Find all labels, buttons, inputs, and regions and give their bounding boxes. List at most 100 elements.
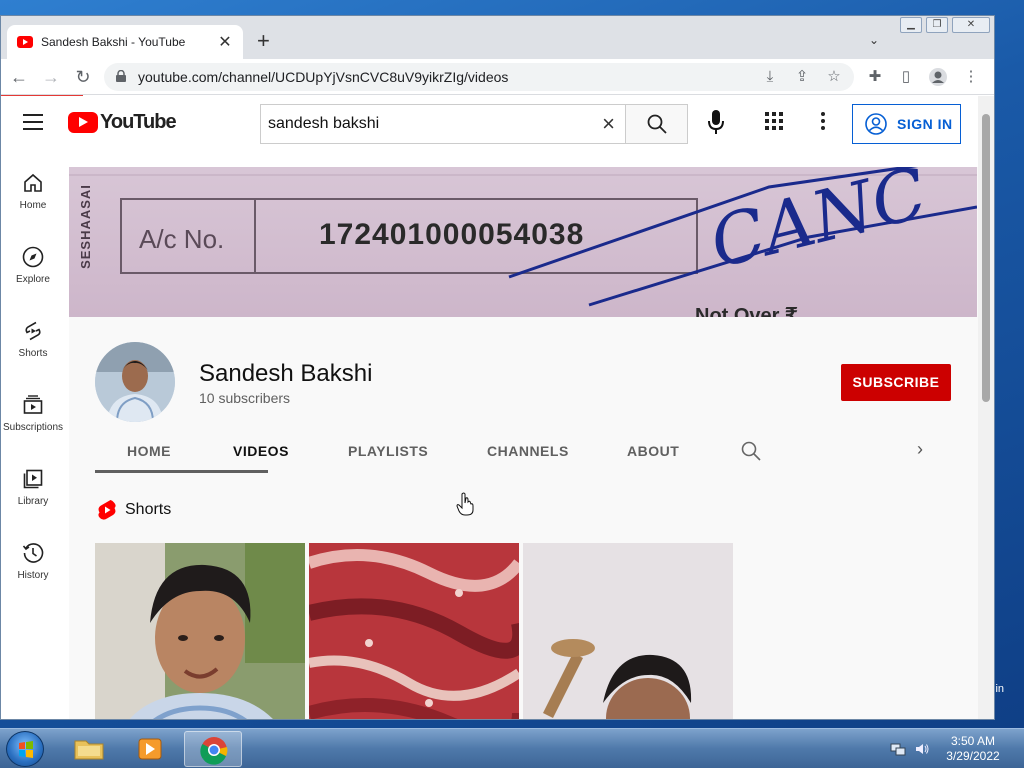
guide-item-shorts[interactable]: Shorts	[1, 310, 65, 370]
hand-cursor-icon	[456, 492, 474, 516]
settings-more-icon[interactable]	[821, 112, 827, 132]
microphone-icon[interactable]	[704, 108, 728, 136]
taskbar-chrome[interactable]	[184, 731, 242, 767]
clear-search-icon[interactable]: ×	[602, 111, 615, 137]
youtube-logo[interactable]: YouTube	[68, 111, 177, 134]
close-tab-icon[interactable]: ✕	[217, 32, 233, 52]
tab-about[interactable]: ABOUT	[627, 443, 679, 459]
guide-label-home: Home	[19, 200, 47, 211]
guide-label-library: Library	[17, 496, 49, 507]
start-button[interactable]	[6, 731, 44, 767]
active-tab-indicator	[95, 470, 268, 473]
youtube-page: YouTube sandesh bakshi × SIGN IN Home Ex…	[1, 96, 994, 719]
avatar[interactable]	[95, 342, 175, 422]
clock[interactable]: 3:50 AM 3/29/2022	[940, 734, 1006, 764]
browser-window: Sandesh Bakshi - YouTube ✕ + ⌄ ▁ ❐ ✕ ← →…	[0, 15, 995, 720]
short-thumbnail[interactable]	[309, 543, 519, 719]
guide-sidebar: Home Explore Shorts Subscriptions Librar…	[1, 152, 67, 719]
sign-in-button[interactable]: SIGN IN	[852, 104, 961, 144]
channel-content: SESHAASAI A/c No. 172401000054038 CANC N…	[69, 167, 978, 719]
account-number: 172401000054038	[319, 218, 585, 251]
youtube-header: YouTube sandesh bakshi × SIGN IN	[1, 96, 978, 152]
browser-tab[interactable]: Sandesh Bakshi - YouTube ✕	[7, 25, 243, 59]
browser-menu-icon[interactable]: ⋮	[961, 67, 981, 87]
search-input[interactable]: sandesh bakshi ×	[260, 104, 625, 144]
install-app-icon[interactable]: ⤓	[760, 67, 780, 87]
taskbar-explorer[interactable]	[60, 731, 118, 767]
short-thumbnail[interactable]	[523, 543, 733, 719]
youtube-play-icon	[68, 112, 98, 133]
profile-icon[interactable]	[928, 67, 948, 87]
scrollbar-thumb[interactable]	[982, 114, 990, 402]
history-icon	[22, 543, 44, 563]
folder-icon	[74, 740, 104, 760]
channel-header: Sandesh Bakshi 10 subscribers SUBSCRIBE …	[69, 317, 977, 477]
guide-item-explore[interactable]: Explore	[1, 236, 65, 296]
guide-item-home[interactable]: Home	[1, 162, 65, 222]
tab-home[interactable]: HOME	[127, 443, 171, 459]
page-scrollbar[interactable]	[978, 96, 994, 719]
volume-icon[interactable]	[914, 741, 930, 757]
bank-side-text: SESHAASAI	[77, 184, 93, 269]
desktop-icon-label: in	[995, 683, 1004, 695]
guide-label-subscriptions: Subscriptions	[2, 422, 64, 433]
shorts-shelf: Shorts	[69, 477, 977, 719]
share-icon[interactable]: ⇪	[792, 67, 812, 87]
lock-icon	[116, 70, 126, 82]
account-label: A/c No.	[139, 224, 225, 254]
clock-time: 3:50 AM	[950, 734, 996, 748]
channel-name: Sandesh Bakshi	[199, 360, 373, 387]
channel-banner: SESHAASAI A/c No. 172401000054038 CANC N…	[69, 167, 977, 317]
bookmark-star-icon[interactable]: ☆	[824, 67, 844, 87]
tab-videos[interactable]: VIDEOS	[233, 443, 289, 459]
tab-search-chevron-icon[interactable]: ⌄	[869, 33, 879, 47]
address-bar[interactable]: youtube.com/channel/UCDUpYjVsnCVC8uV9yik…	[104, 63, 854, 91]
guide-label-history: History	[17, 570, 49, 581]
subscribe-button[interactable]: SUBSCRIBE	[841, 364, 951, 401]
shorts-logo-icon	[98, 500, 116, 520]
home-icon	[24, 173, 42, 192]
taskbar-media-player[interactable]	[122, 731, 180, 767]
hamburger-menu-icon[interactable]	[23, 114, 43, 130]
sign-in-label: SIGN IN	[897, 116, 953, 132]
guide-item-subscriptions[interactable]: Subscriptions	[1, 384, 65, 444]
chevron-right-icon[interactable]: ›	[917, 439, 923, 460]
search-button[interactable]	[625, 104, 688, 144]
close-window-icon[interactable]: ✕	[952, 17, 990, 33]
apps-grid-icon[interactable]	[765, 112, 785, 132]
windows-taskbar: 3:50 AM 3/29/2022	[0, 728, 1024, 768]
forward-icon[interactable]: →	[39, 65, 63, 89]
media-player-icon	[138, 738, 162, 760]
account-circle-icon	[865, 113, 887, 135]
side-panel-icon[interactable]: ▯	[896, 67, 916, 87]
guide-item-library[interactable]: Library	[1, 458, 65, 518]
guide-label-explore: Explore	[16, 274, 50, 285]
clock-date: 3/29/2022	[946, 749, 1000, 763]
tab-strip: Sandesh Bakshi - YouTube ✕ + ⌄ ▁ ❐ ✕	[1, 16, 994, 59]
short-thumbnail[interactable]	[95, 543, 305, 719]
subscriptions-icon	[23, 395, 43, 414]
reload-icon[interactable]: ↻	[71, 65, 95, 89]
subscriber-count: 10 subscribers	[199, 390, 291, 406]
youtube-favicon-icon	[17, 36, 33, 48]
maximize-icon[interactable]: ❐	[926, 17, 948, 33]
search-icon	[647, 114, 667, 134]
minimize-icon[interactable]: ▁	[900, 17, 922, 33]
guide-label-shorts: Shorts	[18, 348, 48, 359]
back-icon[interactable]: ←	[7, 65, 31, 89]
tab-channels[interactable]: CHANNELS	[487, 443, 569, 459]
new-tab-icon[interactable]: +	[257, 30, 270, 52]
youtube-logo-text: YouTube	[100, 111, 177, 133]
guide-item-history[interactable]: History	[1, 532, 65, 592]
network-icon[interactable]	[890, 741, 906, 757]
url-text: youtube.com/channel/UCDUpYjVsnCVC8uV9yik…	[138, 69, 509, 85]
shorts-icon	[25, 321, 41, 341]
channel-search-icon[interactable]	[741, 441, 761, 461]
windows-logo-icon	[19, 741, 33, 758]
extensions-icon[interactable]: ✚	[865, 67, 885, 87]
cheque-footer-text: Not Over ₹	[695, 305, 798, 317]
tab-playlists[interactable]: PLAYLISTS	[348, 443, 428, 459]
shorts-title: Shorts	[125, 501, 172, 518]
compass-icon	[22, 246, 44, 268]
tab-title: Sandesh Bakshi - YouTube	[41, 35, 186, 49]
